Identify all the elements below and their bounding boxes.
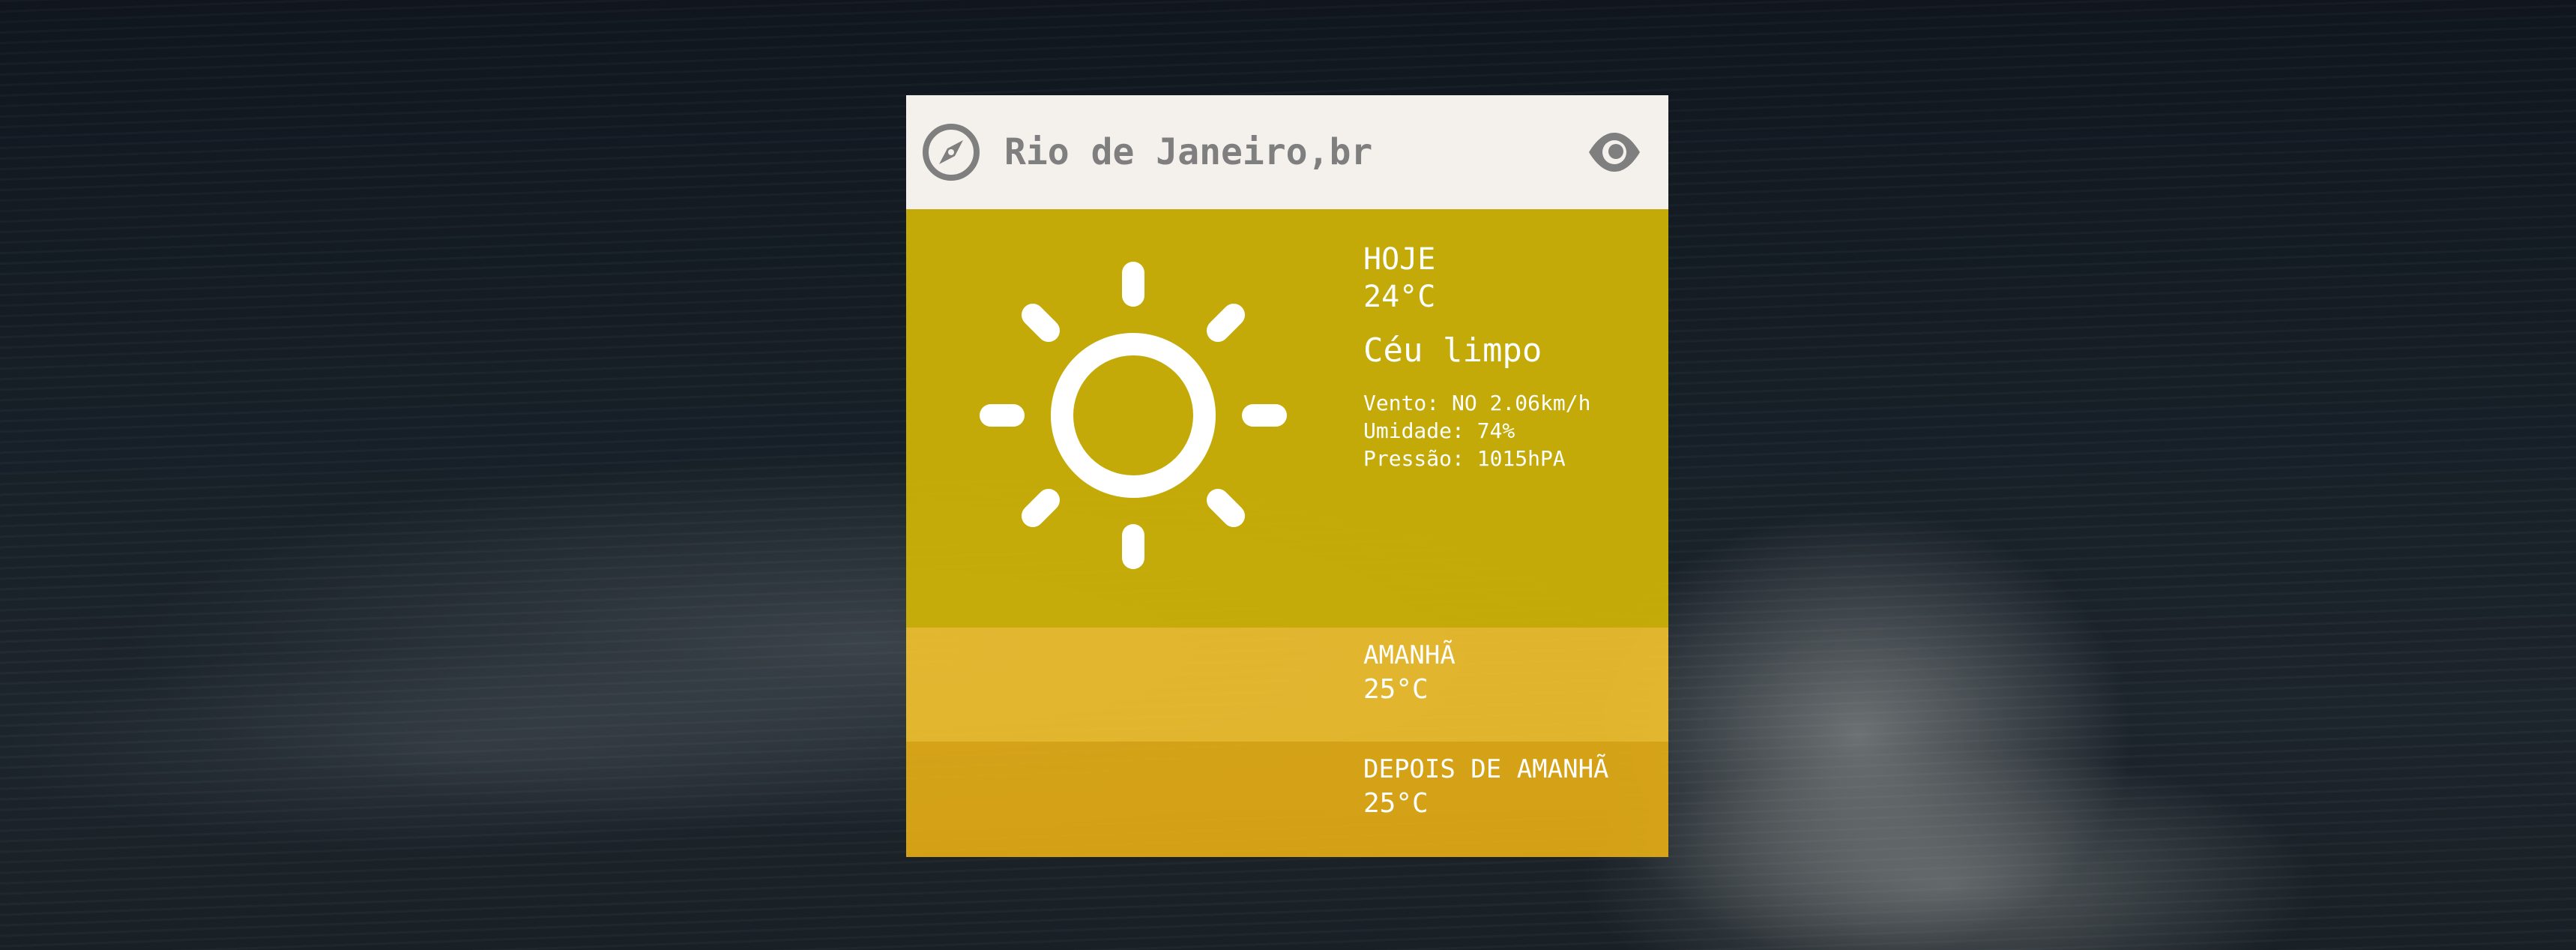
weather-widget: Rio de Janeiro,br HOJE 24°C Céu limpo Ve… bbox=[906, 95, 1668, 857]
day-after-tomorrow-panel[interactable]: DEPOIS DE AMANHÃ 25°C bbox=[906, 742, 1668, 857]
city-name: Rio de Janeiro,br bbox=[1004, 131, 1373, 173]
day-after-tomorrow-temperature: 25°C bbox=[1363, 788, 1429, 819]
today-info: HOJE 24°C Céu limpo Vento: NO 2.06km/h U… bbox=[1363, 241, 1590, 472]
today-label: HOJE bbox=[1363, 242, 1436, 277]
tomorrow-temperature: 25°C bbox=[1363, 674, 1429, 705]
today-description: Céu limpo bbox=[1363, 331, 1542, 370]
day-after-tomorrow-label: DEPOIS DE AMANHÃ bbox=[1363, 754, 1609, 784]
today-panel: HOJE 24°C Céu limpo Vento: NO 2.06km/h U… bbox=[906, 209, 1668, 628]
eye-icon[interactable] bbox=[1587, 128, 1641, 176]
tomorrow-panel[interactable]: AMANHÃ 25°C bbox=[906, 628, 1668, 742]
compass-icon[interactable] bbox=[922, 123, 980, 181]
humidity-text: Umidade: 74% bbox=[1363, 418, 1515, 443]
today-details: Vento: NO 2.06km/h Umidade: 74% Pressão:… bbox=[1363, 389, 1590, 472]
tomorrow-info: AMANHÃ 25°C bbox=[1363, 638, 1456, 707]
day-after-tomorrow-info: DEPOIS DE AMANHÃ 25°C bbox=[1363, 752, 1609, 821]
pressure-text: Pressão: 1015hPA bbox=[1363, 446, 1566, 471]
widget-header: Rio de Janeiro,br bbox=[906, 95, 1668, 209]
today-temperature: 24°C bbox=[1363, 280, 1436, 314]
tomorrow-label: AMANHÃ bbox=[1363, 640, 1456, 670]
wind-text: Vento: NO 2.06km/h bbox=[1363, 391, 1591, 415]
sun-icon bbox=[980, 262, 1287, 569]
